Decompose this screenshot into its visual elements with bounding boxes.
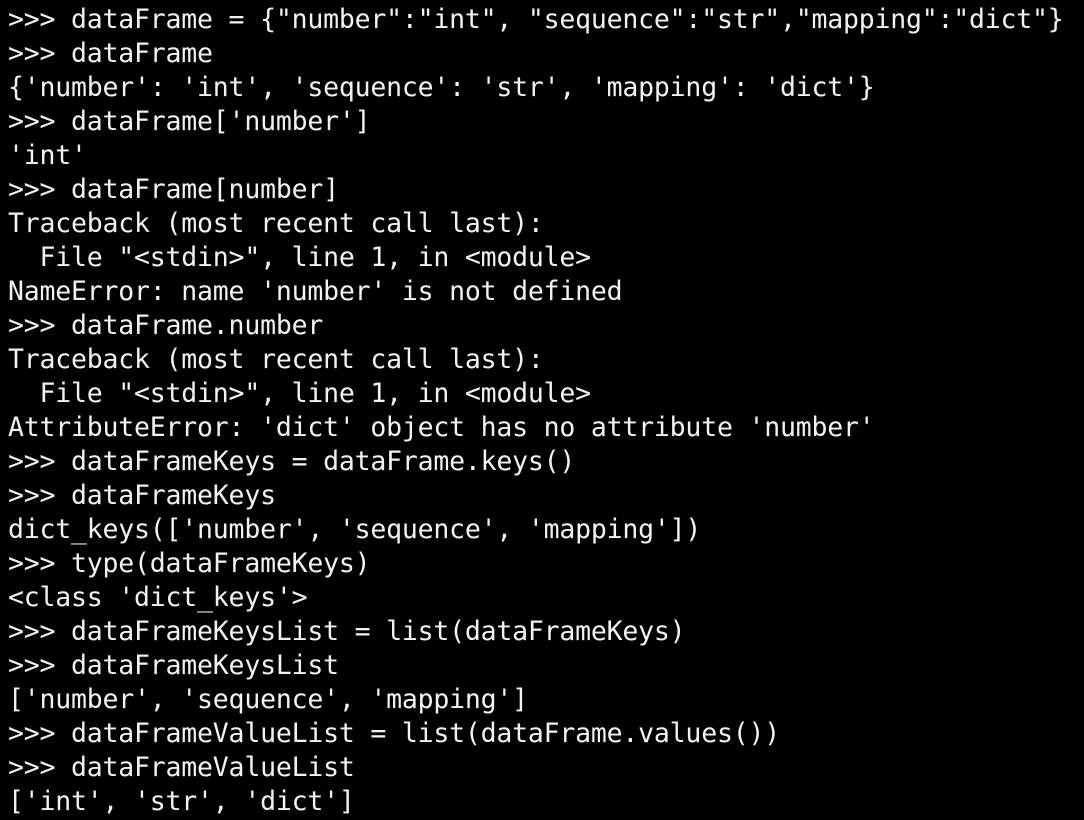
terminal-line: ['int', 'str', 'dict'] (8, 786, 355, 817)
terminal-line: >>> dataFrameValueList (8, 752, 355, 783)
terminal-line: File "<stdin>", line 1, in <module> (8, 242, 592, 273)
terminal-line: <class 'dict_keys'> (8, 582, 308, 613)
terminal-line: Traceback (most recent call last): (8, 208, 544, 239)
terminal-line: {'number': 'int', 'sequence': 'str', 'ma… (8, 72, 875, 103)
terminal-line: >>> dataFrameKeysList (8, 650, 339, 681)
terminal-line: NameError: name 'number' is not defined (8, 276, 623, 307)
terminal-line: ['number', 'sequence', 'mapping'] (8, 684, 528, 715)
terminal-line: Traceback (most recent call last): (8, 344, 544, 375)
terminal-line: >>> dataFrame.number (8, 310, 324, 341)
terminal-line: 'int' (8, 140, 87, 171)
terminal-line: File "<stdin>", line 1, in <module> (8, 378, 592, 409)
terminal-line: >>> dataFrameKeys = dataFrame.keys() (8, 446, 576, 477)
terminal-line: >>> type(dataFrameKeys) (8, 548, 371, 579)
terminal-line: >>> dataFrameValueList = list(dataFrame.… (8, 718, 780, 749)
terminal-line: >>> dataFrameKeys (8, 480, 276, 511)
terminal-line: dict_keys(['number', 'sequence', 'mappin… (8, 514, 702, 545)
terminal-line: AttributeError: 'dict' object has no att… (8, 412, 875, 443)
terminal-line: >>> dataFrame['number'] (8, 106, 371, 137)
terminal-line: >>> dataFrame = {"number":"int", "sequen… (8, 4, 1064, 35)
terminal-window[interactable]: >>> dataFrame = {"number":"int", "sequen… (0, 0, 1084, 820)
terminal-line: >>> dataFrameKeysList = list(dataFrameKe… (8, 616, 686, 647)
terminal-line: >>> dataFrame[number] (8, 174, 339, 205)
terminal-line: >>> dataFrame (8, 38, 213, 69)
